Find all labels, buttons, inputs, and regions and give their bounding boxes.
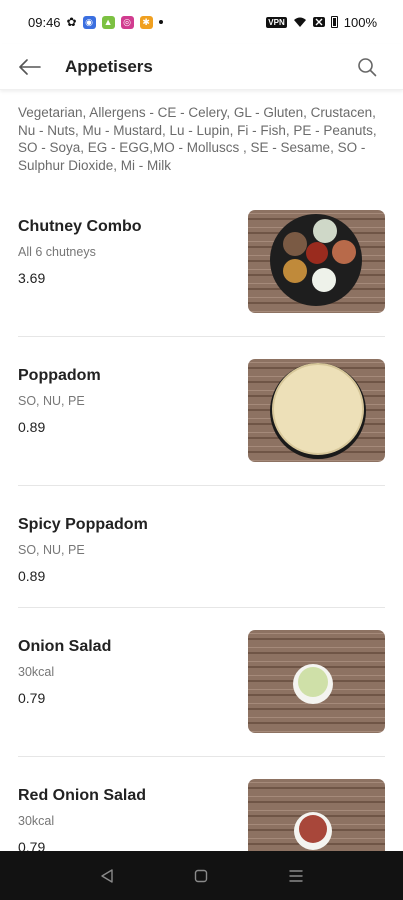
onion-salad-image <box>248 630 385 733</box>
mute-icon <box>312 17 325 27</box>
status-left: 09:46 ✿ ◉ ▲ ◎ ✱ <box>28 15 163 30</box>
nav-recents-button[interactable] <box>281 861 311 891</box>
item-name: Spicy Poppadom <box>18 516 148 533</box>
settings-icon: ✿ <box>66 15 77 29</box>
instagram-icon: ◎ <box>120 15 134 29</box>
back-button[interactable] <box>16 53 44 81</box>
triangle-back-icon <box>101 868 113 883</box>
item-name: Red Onion Salad <box>18 787 147 804</box>
menu-item-poppadom[interactable]: Poppadom SO, NU, PE 0.89 <box>18 337 385 486</box>
item-subtitle: All 6 chutneys <box>18 245 96 259</box>
item-name: Onion Salad <box>18 638 112 655</box>
item-price: 0.89 <box>18 568 46 584</box>
item-name: Chutney Combo <box>18 218 142 235</box>
status-time: 09:46 <box>28 14 61 30</box>
system-nav-bar <box>0 851 403 900</box>
app-bar: Appetisers <box>0 44 403 90</box>
allergen-legend: Vegetarian, Allergens - CE - Celery, GL … <box>18 105 377 173</box>
item-image <box>248 630 385 733</box>
nav-back-button[interactable] <box>92 861 122 891</box>
item-price: 0.89 <box>18 419 46 435</box>
status-bar: 09:46 ✿ ◉ ▲ ◎ ✱ VPN 100% <box>0 0 403 44</box>
poppadom-plate-image <box>248 359 385 462</box>
menu-item-chutney-combo[interactable]: Chutney Combo All 6 chutneys 3.69 <box>18 188 385 337</box>
menu-list: Chutney Combo All 6 chutneys 3.69 Poppad… <box>0 188 403 900</box>
square-home-icon <box>195 869 208 882</box>
item-name: Poppadom <box>18 367 101 384</box>
menu-item-onion-salad[interactable]: Onion Salad 30kcal 0.79 <box>18 608 385 757</box>
page-title: Appetisers <box>65 56 153 76</box>
photos-icon: ✱ <box>139 15 153 29</box>
item-image <box>248 359 385 462</box>
menu-item-spicy-poppadom[interactable]: Spicy Poppadom SO, NU, PE 0.89 <box>18 486 385 608</box>
item-subtitle: 30kcal <box>18 665 55 679</box>
item-subtitle: SO, NU, PE <box>18 394 85 408</box>
arrow-left-icon <box>19 58 41 75</box>
more-notifications-icon <box>158 20 163 24</box>
search-button[interactable] <box>353 53 381 81</box>
menu-lines-icon <box>289 869 303 882</box>
item-subtitle: 30kcal <box>18 814 55 828</box>
battery-percentage: 100% <box>343 14 377 30</box>
item-subtitle: SO, NU, PE <box>18 543 85 557</box>
nav-home-button[interactable] <box>186 861 216 891</box>
item-price: 0.79 <box>18 690 46 706</box>
android-icon: ▲ <box>101 15 115 29</box>
wifi-icon <box>293 17 306 27</box>
item-image <box>248 210 385 313</box>
status-right: VPN 100% <box>266 15 377 30</box>
battery-icon <box>330 16 338 28</box>
app-notification-icon: ◉ <box>82 15 96 29</box>
vpn-icon: VPN <box>266 16 287 28</box>
chutney-plate-image <box>248 210 385 313</box>
search-icon <box>358 57 377 76</box>
item-price: 3.69 <box>18 270 46 286</box>
